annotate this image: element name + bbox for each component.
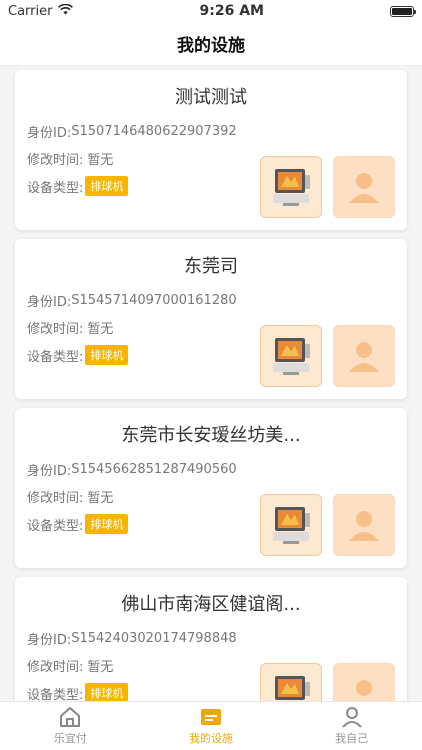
id-value: S1507146480622907392 [71, 124, 237, 139]
modified-label: 修改时间: [27, 322, 84, 337]
avatar[interactable] [333, 156, 395, 218]
id-label: 身份ID: [27, 464, 72, 479]
type-label: 设备类型: [27, 349, 84, 365]
tab-profile[interactable]: 我自己 [281, 702, 422, 750]
modified-value: 暂无 [87, 322, 114, 337]
type-label: 设备类型: [27, 180, 84, 196]
type-badge: 排球机 [85, 345, 129, 365]
facility-card[interactable]: 东莞司 身份ID: S1545714097000161280 修改时间: 暂无 … [15, 239, 407, 399]
modified-label: 修改时间: [27, 491, 84, 506]
carrier-label: Carrier [8, 3, 53, 19]
avatar[interactable] [333, 663, 395, 701]
facility-name: 佛山市南海区健谊阁... [121, 594, 301, 615]
nav-bar: 我的设施 [0, 22, 422, 66]
machine-image[interactable] [260, 325, 322, 387]
type-row: 设备类型: 排球机 [27, 345, 129, 365]
person-placeholder-icon [349, 511, 379, 541]
tab-facilities-label: 我的设施 [189, 732, 233, 745]
modified-value: 暂无 [87, 153, 114, 168]
pos-terminal-icon [273, 507, 310, 544]
home-icon [60, 707, 81, 727]
facility-card[interactable]: 东莞市长安瑷丝坊美... 身份ID: S1545662851287490560 … [15, 408, 407, 568]
person-placeholder-icon [349, 173, 379, 203]
page-title: 我的设施 [177, 36, 245, 56]
tab-home[interactable]: 乐宜付 [0, 702, 141, 750]
tab-profile-label: 我自己 [335, 732, 369, 745]
battery-icon [390, 5, 416, 17]
person-placeholder-icon [349, 342, 379, 372]
machine-image[interactable] [260, 663, 322, 701]
modified-row: 修改时间: 暂无 [27, 656, 113, 675]
facility-name: 东莞司 [184, 256, 238, 277]
id-label: 身份ID: [27, 633, 72, 648]
id-row: 身份ID: S1507146480622907392 [27, 122, 237, 141]
type-badge: 排球机 [85, 683, 129, 701]
pos-terminal-icon [275, 676, 310, 700]
modified-value: 暂无 [87, 491, 114, 506]
id-row: 身份ID: S1545662851287490560 [27, 460, 237, 479]
modified-label: 修改时间: [27, 153, 84, 168]
person-placeholder-icon [356, 680, 372, 696]
facility-name: 测试测试 [175, 87, 247, 108]
type-badge: 排球机 [85, 514, 129, 534]
id-row: 身份ID: S1545714097000161280 [27, 291, 237, 310]
facility-card[interactable]: 佛山市南海区健谊阁... 身份ID: S1542403020174798848 … [15, 577, 407, 701]
id-value: S1545714097000161280 [71, 293, 237, 308]
type-row: 设备类型: 排球机 [27, 683, 129, 702]
status-bar: Carrier 9:26 AM [0, 0, 422, 22]
tab-home-label: 乐宜付 [53, 732, 87, 745]
type-label: 设备类型: [27, 687, 84, 702]
wifi-icon [58, 3, 74, 19]
pos-terminal-icon [273, 169, 310, 206]
id-value: S1545662851287490560 [71, 462, 237, 477]
modified-row: 修改时间: 暂无 [27, 487, 113, 506]
status-time: 9:26 AM [199, 3, 264, 19]
type-row: 设备类型: 排球机 [27, 514, 129, 534]
facility-list[interactable]: 测试测试 身份ID: S1507146480622907392 修改时间: 暂无… [0, 66, 422, 701]
type-label: 设备类型: [27, 518, 84, 534]
pos-terminal-icon [273, 338, 310, 375]
id-value: S1542403020174798848 [71, 631, 237, 646]
tab-bar: 乐宜付 我的设施 我自己 [0, 701, 422, 750]
user-icon [341, 707, 362, 728]
avatar[interactable] [333, 494, 395, 556]
id-label: 身份ID: [27, 126, 72, 141]
id-row: 身份ID: S1542403020174798848 [27, 629, 237, 648]
facility-icon [201, 709, 221, 725]
tab-facilities[interactable]: 我的设施 [141, 702, 282, 750]
facility-name: 东莞市长安瑷丝坊美... [121, 425, 301, 446]
id-label: 身份ID: [27, 295, 72, 310]
modified-row: 修改时间: 暂无 [27, 318, 113, 337]
avatar[interactable] [333, 325, 395, 387]
modified-row: 修改时间: 暂无 [27, 149, 113, 168]
machine-image[interactable] [260, 494, 322, 556]
modified-label: 修改时间: [27, 660, 84, 675]
machine-image[interactable] [260, 156, 322, 218]
type-row: 设备类型: 排球机 [27, 176, 129, 196]
type-badge: 排球机 [85, 176, 129, 196]
modified-value: 暂无 [87, 660, 114, 675]
facility-card[interactable]: 测试测试 身份ID: S1507146480622907392 修改时间: 暂无… [15, 70, 407, 230]
